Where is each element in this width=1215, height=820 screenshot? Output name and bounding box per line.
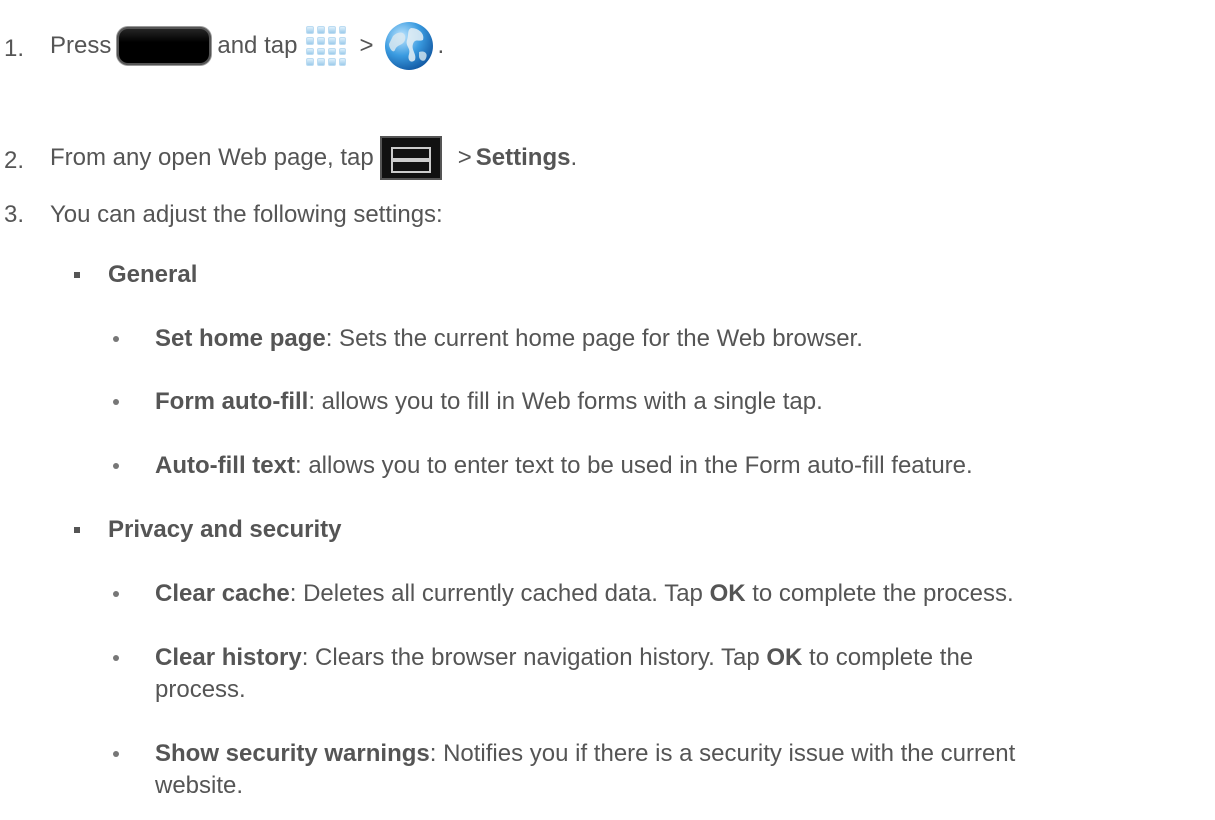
square-bullet-icon (74, 272, 80, 278)
item-desc: : Deletes all currently cached data. Tap (289, 580, 710, 607)
item-text: Clear cache: Deletes all currently cache… (155, 580, 1014, 608)
item-text: Form auto-fill: allows you to fill in We… (155, 388, 823, 416)
menu-key-icon (379, 136, 442, 180)
step-word: Press (50, 32, 112, 59)
item-text: Set home page: Sets the current home pag… (155, 325, 863, 353)
item-text: Clear history: Clears the browser naviga… (155, 644, 973, 672)
item-desc: : Sets the current home page for the Web… (325, 325, 863, 352)
item-term: Auto-fill text (155, 452, 295, 479)
item-text: Show security warnings: Notifies you if … (155, 740, 1015, 768)
home-key-icon (117, 27, 212, 65)
dot-bullet-icon (113, 591, 119, 597)
step-word: and tap (217, 32, 298, 59)
item-term: Clear cache (155, 580, 290, 607)
item-term: Form auto-fill (155, 388, 309, 415)
step-number: 1. (4, 35, 25, 62)
step-text: Press and tap > . (50, 17, 444, 75)
dot-bullet-icon (113, 336, 119, 342)
item-desc: to complete the process. (745, 580, 1014, 607)
section-title: General (108, 261, 198, 288)
dot-bullet-icon (113, 399, 119, 405)
step-word: . (437, 32, 445, 59)
apps-grid-icon (303, 23, 349, 69)
item-text: Auto-fill text: allows you to enter text… (155, 452, 973, 480)
item-desc: : Clears the browser navigation history.… (301, 644, 767, 671)
item-term: Set home page (155, 325, 326, 352)
section-title: Privacy and security (108, 516, 342, 543)
step-word: . (570, 144, 578, 171)
item-desc: process. (155, 676, 246, 703)
settings-label: Settings (475, 144, 571, 171)
step-text: You can adjust the following settings: (50, 201, 443, 228)
ok-label: OK (766, 644, 803, 671)
separator: > (457, 144, 472, 171)
item-desc: : allows you to enter text to be used in… (294, 452, 973, 479)
item-term: Clear history (155, 644, 302, 671)
item-desc: website. (155, 772, 244, 799)
item-desc: : Notifies you if there is a security is… (429, 740, 1016, 767)
step-word: From any open Web page, tap (50, 144, 374, 171)
browser-globe-icon (385, 22, 434, 70)
separator: > (359, 32, 374, 59)
step-text: From any open Web page, tap > Settings . (50, 134, 577, 182)
ok-label: OK (709, 580, 746, 607)
step-number: 2. (4, 147, 25, 174)
dot-bullet-icon (113, 751, 119, 757)
step-number: 3. (4, 201, 25, 228)
item-desc: to complete the (802, 644, 974, 671)
dot-bullet-icon (113, 463, 119, 469)
item-desc: : allows you to fill in Web forms with a… (308, 388, 823, 415)
item-term: Show security warnings (155, 740, 430, 767)
square-bullet-icon (74, 527, 80, 533)
dot-bullet-icon (113, 655, 119, 661)
